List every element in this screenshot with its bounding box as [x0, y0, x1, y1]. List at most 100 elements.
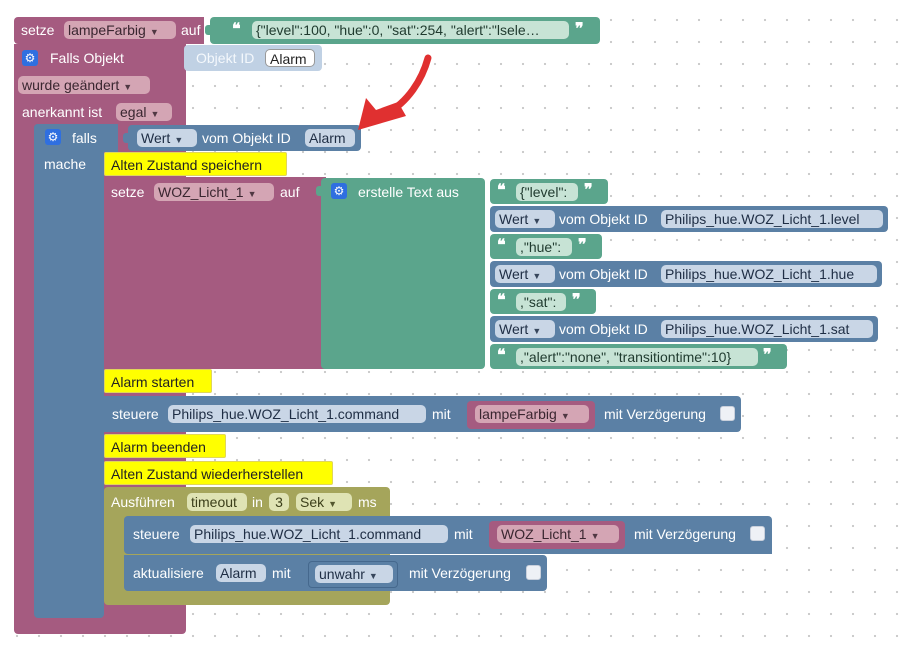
- dropdown-arrow-icon: ▼: [590, 531, 600, 541]
- falls-label: falls: [72, 130, 97, 146]
- gear-icon[interactable]: ⚙: [22, 50, 38, 66]
- create-text-label: erstelle Text aus: [358, 184, 459, 200]
- comment-restore-state[interactable]: Alten Zustand wiederherstellen: [104, 461, 333, 485]
- variable-dropdown-lampefarbig[interactable]: lampeFarbig ▼: [64, 21, 176, 39]
- quote-open-icon: ❝: [497, 182, 506, 199]
- dropdown-arrow-icon: ▼: [532, 271, 542, 281]
- delay-checkbox[interactable]: [750, 526, 765, 541]
- text-item-field[interactable]: ,"alert":"none", "transitiontime":10}: [516, 348, 758, 366]
- wert-dropdown[interactable]: Wert ▼: [495, 265, 555, 283]
- steuere-label: steuere: [112, 406, 159, 422]
- wert-dropdown[interactable]: Wert ▼: [495, 210, 555, 228]
- delay-checkbox[interactable]: [526, 565, 541, 580]
- variable-dropdown-woz[interactable]: WOZ_Licht_1 ▼: [497, 525, 619, 543]
- create-text-block[interactable]: [321, 178, 485, 369]
- falls-objekt-label: Falls Objekt: [50, 50, 124, 66]
- dropdown-arrow-icon: ▼: [368, 571, 378, 581]
- text-item-field[interactable]: ,"sat":: [516, 293, 566, 311]
- variable-name: lampeFarbig: [479, 406, 557, 422]
- vom-objekt-id-label: vom Objekt ID: [202, 130, 291, 146]
- dropdown-arrow-icon: ▼: [532, 216, 542, 226]
- dropdown-arrow-icon: ▼: [560, 411, 570, 421]
- quote-close-icon: ❞: [572, 292, 581, 309]
- vom-objekt-id-label: vom Objekt ID: [559, 321, 648, 337]
- setze-label: setze: [21, 22, 55, 38]
- wert-dropdown[interactable]: Wert ▼: [495, 320, 555, 338]
- aktualisiere-label: aktualisiere: [133, 565, 204, 581]
- objekt-id-field[interactable]: Philips_hue.WOZ_Licht_1.level: [661, 210, 883, 228]
- objekt-field[interactable]: Alarm: [305, 129, 355, 147]
- wert-label: Wert: [499, 321, 529, 337]
- quote-close-icon: ❞: [575, 21, 584, 38]
- dropdown-arrow-icon: ▼: [532, 326, 542, 336]
- wert-label: Wert: [499, 266, 529, 282]
- vom-objekt-id-label: vom Objekt ID: [559, 266, 648, 282]
- change-dropdown[interactable]: wurde geändert ▼: [18, 76, 150, 94]
- setze-label: setze: [111, 184, 145, 200]
- mit-label: mit: [272, 565, 291, 581]
- timeout-unit-dropdown[interactable]: Sek ▼: [296, 493, 352, 511]
- comment-alarm-end[interactable]: Alarm beenden: [104, 434, 226, 458]
- timeout-name-field[interactable]: timeout: [187, 493, 247, 511]
- falls-if-block[interactable]: [34, 124, 104, 618]
- quote-open-icon: ❝: [497, 237, 506, 254]
- vom-objekt-id-label: vom Objekt ID: [559, 211, 648, 227]
- quote-open-icon: ❝: [232, 21, 241, 38]
- quote-open-icon: ❝: [497, 347, 506, 364]
- gear-icon[interactable]: ⚙: [45, 129, 61, 145]
- wert-label: Wert: [499, 211, 529, 227]
- setze-woz-block[interactable]: [104, 177, 326, 369]
- objekt-id-field[interactable]: Philips_hue.WOZ_Licht_1.sat: [661, 320, 873, 338]
- delay-checkbox[interactable]: [720, 406, 735, 421]
- variable-name: WOZ_Licht_1: [158, 184, 244, 200]
- wert-dropdown[interactable]: Wert ▼: [137, 129, 197, 147]
- mit-label: mit: [454, 526, 473, 542]
- change-value: wurde geändert: [22, 77, 120, 93]
- dropdown-arrow-icon: ▼: [123, 82, 133, 92]
- mit-label: mit: [432, 406, 451, 422]
- dropdown-arrow-icon: ▼: [247, 189, 257, 199]
- gear-icon[interactable]: ⚙: [331, 183, 347, 199]
- mache-label: mache: [44, 156, 87, 172]
- unit-value: Sek: [300, 494, 325, 510]
- anerkannt-value: egal: [120, 104, 147, 120]
- comment-save-state[interactable]: Alten Zustand speichern: [104, 152, 287, 176]
- ausfuehren-label: Ausführen: [111, 494, 175, 510]
- mit-verzoegerung-label: mit Verzögerung: [634, 526, 736, 542]
- anerkannt-dropdown[interactable]: egal ▼: [116, 103, 172, 121]
- json-text-field[interactable]: {"level":100, "hue":0, "sat":254, "alert…: [252, 21, 569, 39]
- mit-verzoegerung-label: mit Verzögerung: [604, 406, 706, 422]
- objekt-id-field[interactable]: Philips_hue.WOZ_Licht_1.hue: [661, 265, 877, 283]
- text-item-field[interactable]: ,"hue":: [516, 238, 572, 256]
- output-tab: [123, 133, 129, 143]
- in-label: in: [252, 494, 263, 510]
- steuere-object-field[interactable]: Philips_hue.WOZ_Licht_1.command: [190, 525, 448, 543]
- auf-label: auf: [280, 184, 300, 200]
- variable-dropdown-woz[interactable]: WOZ_Licht_1 ▼: [154, 183, 274, 201]
- dropdown-arrow-icon: ▼: [150, 109, 160, 119]
- comment-alarm-start[interactable]: Alarm starten: [104, 369, 212, 393]
- bool-value: unwahr: [319, 566, 365, 582]
- variable-name: WOZ_Licht_1: [501, 526, 587, 542]
- bool-dropdown[interactable]: unwahr ▼: [315, 565, 393, 583]
- quote-close-icon: ❞: [584, 182, 593, 199]
- wert-label: Wert: [141, 130, 171, 146]
- objekt-id-field[interactable]: Alarm: [265, 49, 315, 67]
- steuere-label: steuere: [133, 526, 180, 542]
- steuere-object-field[interactable]: Philips_hue.WOZ_Licht_1.command: [168, 405, 426, 423]
- timeout-amount-field[interactable]: 3: [269, 493, 289, 511]
- text-item-field[interactable]: {"level":: [516, 183, 578, 201]
- mit-verzoegerung-label: mit Verzögerung: [409, 565, 511, 581]
- output-tab: [316, 186, 322, 196]
- auf-label: auf: [181, 22, 201, 38]
- variable-dropdown-lampefarbig[interactable]: lampeFarbig ▼: [475, 405, 589, 423]
- ms-label: ms: [358, 494, 377, 510]
- quote-close-icon: ❞: [578, 237, 587, 254]
- aktualisiere-object-field[interactable]: Alarm: [216, 564, 266, 582]
- quote-open-icon: ❝: [497, 292, 506, 309]
- anerkannt-label: anerkannt ist: [22, 104, 103, 120]
- dropdown-arrow-icon: ▼: [328, 499, 338, 509]
- output-tab: [205, 25, 211, 35]
- annotation-arrow: [358, 54, 432, 130]
- variable-name: lampeFarbig: [68, 22, 146, 38]
